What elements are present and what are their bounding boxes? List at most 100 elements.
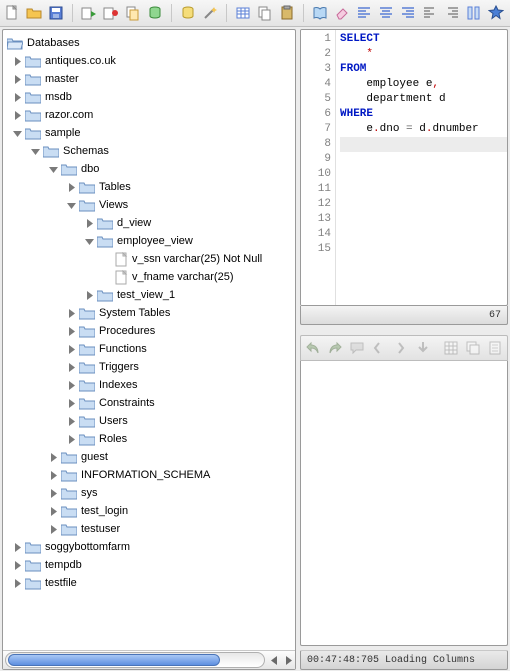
- tree-hscrollbar[interactable]: [3, 650, 295, 669]
- redo-icon[interactable]: [327, 340, 343, 356]
- disclosure-closed-icon[interactable]: [65, 307, 77, 319]
- tree-item-information-schema[interactable]: INFORMATION_SCHEMA: [3, 466, 295, 484]
- tree-item-functions[interactable]: Functions: [3, 340, 295, 358]
- eraser-icon[interactable]: [334, 5, 350, 21]
- scrollbar-thumb[interactable]: [8, 654, 220, 666]
- disclosure-closed-icon[interactable]: [11, 91, 23, 103]
- disclosure-closed-icon[interactable]: [47, 505, 59, 517]
- paste-doc-icon[interactable]: [279, 5, 295, 21]
- disclosure-closed-icon[interactable]: [11, 559, 23, 571]
- disclosure-closed-icon[interactable]: [11, 55, 23, 67]
- cylinder-green-icon[interactable]: [147, 5, 163, 21]
- tree-item-tables[interactable]: Tables: [3, 178, 295, 196]
- undo-icon[interactable]: [305, 340, 321, 356]
- tree-item-procedures[interactable]: Procedures: [3, 322, 295, 340]
- code-line-current: [340, 137, 507, 152]
- step-fwd-icon[interactable]: [393, 340, 409, 356]
- disclosure-closed-icon[interactable]: [47, 451, 59, 463]
- copy-grid-icon[interactable]: [465, 340, 481, 356]
- align-left2-icon[interactable]: [422, 5, 438, 21]
- tree-item-tempdb[interactable]: tempdb: [3, 556, 295, 574]
- tree-item-antiques[interactable]: antiques.co.uk: [3, 52, 295, 70]
- disclosure-closed-icon[interactable]: [83, 289, 95, 301]
- tree-item-test-view-1[interactable]: test_view_1: [3, 286, 295, 304]
- tree-item-v-ssn[interactable]: v_ssn varchar(25) Not Null: [3, 250, 295, 268]
- star-icon[interactable]: [488, 5, 504, 21]
- step-into-icon[interactable]: [415, 340, 431, 356]
- tree-item-indexes[interactable]: Indexes: [3, 376, 295, 394]
- disclosure-closed-icon[interactable]: [65, 343, 77, 355]
- sql-editor[interactable]: 1 2 3 4 5 6 7 8 9 10 11 12 13 14 15 SELE…: [300, 29, 508, 306]
- tree-item-guest[interactable]: guest: [3, 448, 295, 466]
- line-gutter: 1 2 3 4 5 6 7 8 9 10 11 12 13 14 15: [301, 30, 336, 305]
- book-icon[interactable]: [312, 5, 328, 21]
- tree-item-master[interactable]: master: [3, 70, 295, 88]
- comment-icon[interactable]: [349, 340, 365, 356]
- copy-icon[interactable]: [125, 5, 141, 21]
- tree-item-schemas[interactable]: Schemas: [3, 142, 295, 160]
- disclosure-closed-icon[interactable]: [65, 325, 77, 337]
- disclosure-open-icon[interactable]: [47, 163, 59, 175]
- tree-item-razor[interactable]: razor.com: [3, 106, 295, 124]
- disclosure-open-icon[interactable]: [65, 199, 77, 211]
- code-area[interactable]: SELECT * FROM employee e, department d W…: [336, 30, 507, 305]
- scroll-left-icon[interactable]: [267, 653, 281, 667]
- disclosure-open-icon[interactable]: [83, 235, 95, 247]
- disclosure-closed-icon[interactable]: [47, 469, 59, 481]
- tree-item-roles[interactable]: Roles: [3, 430, 295, 448]
- disclosure-closed-icon[interactable]: [47, 487, 59, 499]
- sheet-icon[interactable]: [487, 340, 503, 356]
- align-right2-icon[interactable]: [444, 5, 460, 21]
- disclosure-open-icon[interactable]: [29, 145, 41, 157]
- tree-item-views[interactable]: Views: [3, 196, 295, 214]
- import-icon[interactable]: [81, 5, 97, 21]
- align-right-icon[interactable]: [400, 5, 416, 21]
- grid-icon[interactable]: [443, 340, 459, 356]
- disclosure-closed-icon[interactable]: [11, 577, 23, 589]
- disclosure-closed-icon[interactable]: [47, 523, 59, 535]
- disclosure-closed-icon[interactable]: [65, 361, 77, 373]
- table-icon[interactable]: [235, 5, 251, 21]
- tree-item-test-login[interactable]: test_login: [3, 502, 295, 520]
- tree-item-testfile[interactable]: testfile: [3, 574, 295, 592]
- tree-item-v-fname[interactable]: v_fname varchar(25): [3, 268, 295, 286]
- disclosure-closed-icon[interactable]: [11, 73, 23, 85]
- tree-item-d-view[interactable]: d_view: [3, 214, 295, 232]
- disclosure-closed-icon[interactable]: [65, 379, 77, 391]
- tree-item-sample[interactable]: sample: [3, 124, 295, 142]
- tree-item-dbo[interactable]: dbo: [3, 160, 295, 178]
- step-back-icon[interactable]: [371, 340, 387, 356]
- tree-item-users[interactable]: Users: [3, 412, 295, 430]
- copy-doc-icon[interactable]: [257, 5, 273, 21]
- disclosure-open-icon[interactable]: [11, 127, 23, 139]
- cylinder-yellow-icon[interactable]: [180, 5, 196, 21]
- new-doc-icon[interactable]: [4, 5, 20, 21]
- disclosure-closed-icon[interactable]: [11, 109, 23, 121]
- disclosure-closed-icon[interactable]: [65, 415, 77, 427]
- open-folder-icon[interactable]: [26, 5, 42, 21]
- run-red-icon[interactable]: [103, 5, 119, 21]
- results-panel[interactable]: [300, 361, 508, 646]
- align-center-icon[interactable]: [378, 5, 394, 21]
- tree-item-employee-view[interactable]: employee_view: [3, 232, 295, 250]
- tree-item-constraints[interactable]: Constraints: [3, 394, 295, 412]
- disclosure-closed-icon[interactable]: [65, 433, 77, 445]
- db-tree[interactable]: Databases antiques.co.uk master msdb raz…: [3, 30, 295, 650]
- tree-item-msdb[interactable]: msdb: [3, 88, 295, 106]
- columns-icon[interactable]: [466, 5, 482, 21]
- save-icon[interactable]: [48, 5, 64, 21]
- tree-item-soggybottomfarm[interactable]: soggybottomfarm: [3, 538, 295, 556]
- disclosure-closed-icon[interactable]: [83, 217, 95, 229]
- disclosure-closed-icon[interactable]: [65, 181, 77, 193]
- disclosure-closed-icon[interactable]: [11, 541, 23, 553]
- tree-item-triggers[interactable]: Triggers: [3, 358, 295, 376]
- tree-item-sys[interactable]: sys: [3, 484, 295, 502]
- scrollbar-track[interactable]: [5, 652, 265, 668]
- scroll-right-icon[interactable]: [281, 653, 295, 667]
- tree-root-databases[interactable]: Databases: [3, 34, 295, 52]
- wand-icon[interactable]: [202, 5, 218, 21]
- disclosure-closed-icon[interactable]: [65, 397, 77, 409]
- tree-item-testuser[interactable]: testuser: [3, 520, 295, 538]
- tree-item-system-tables[interactable]: System Tables: [3, 304, 295, 322]
- align-left-icon[interactable]: [356, 5, 372, 21]
